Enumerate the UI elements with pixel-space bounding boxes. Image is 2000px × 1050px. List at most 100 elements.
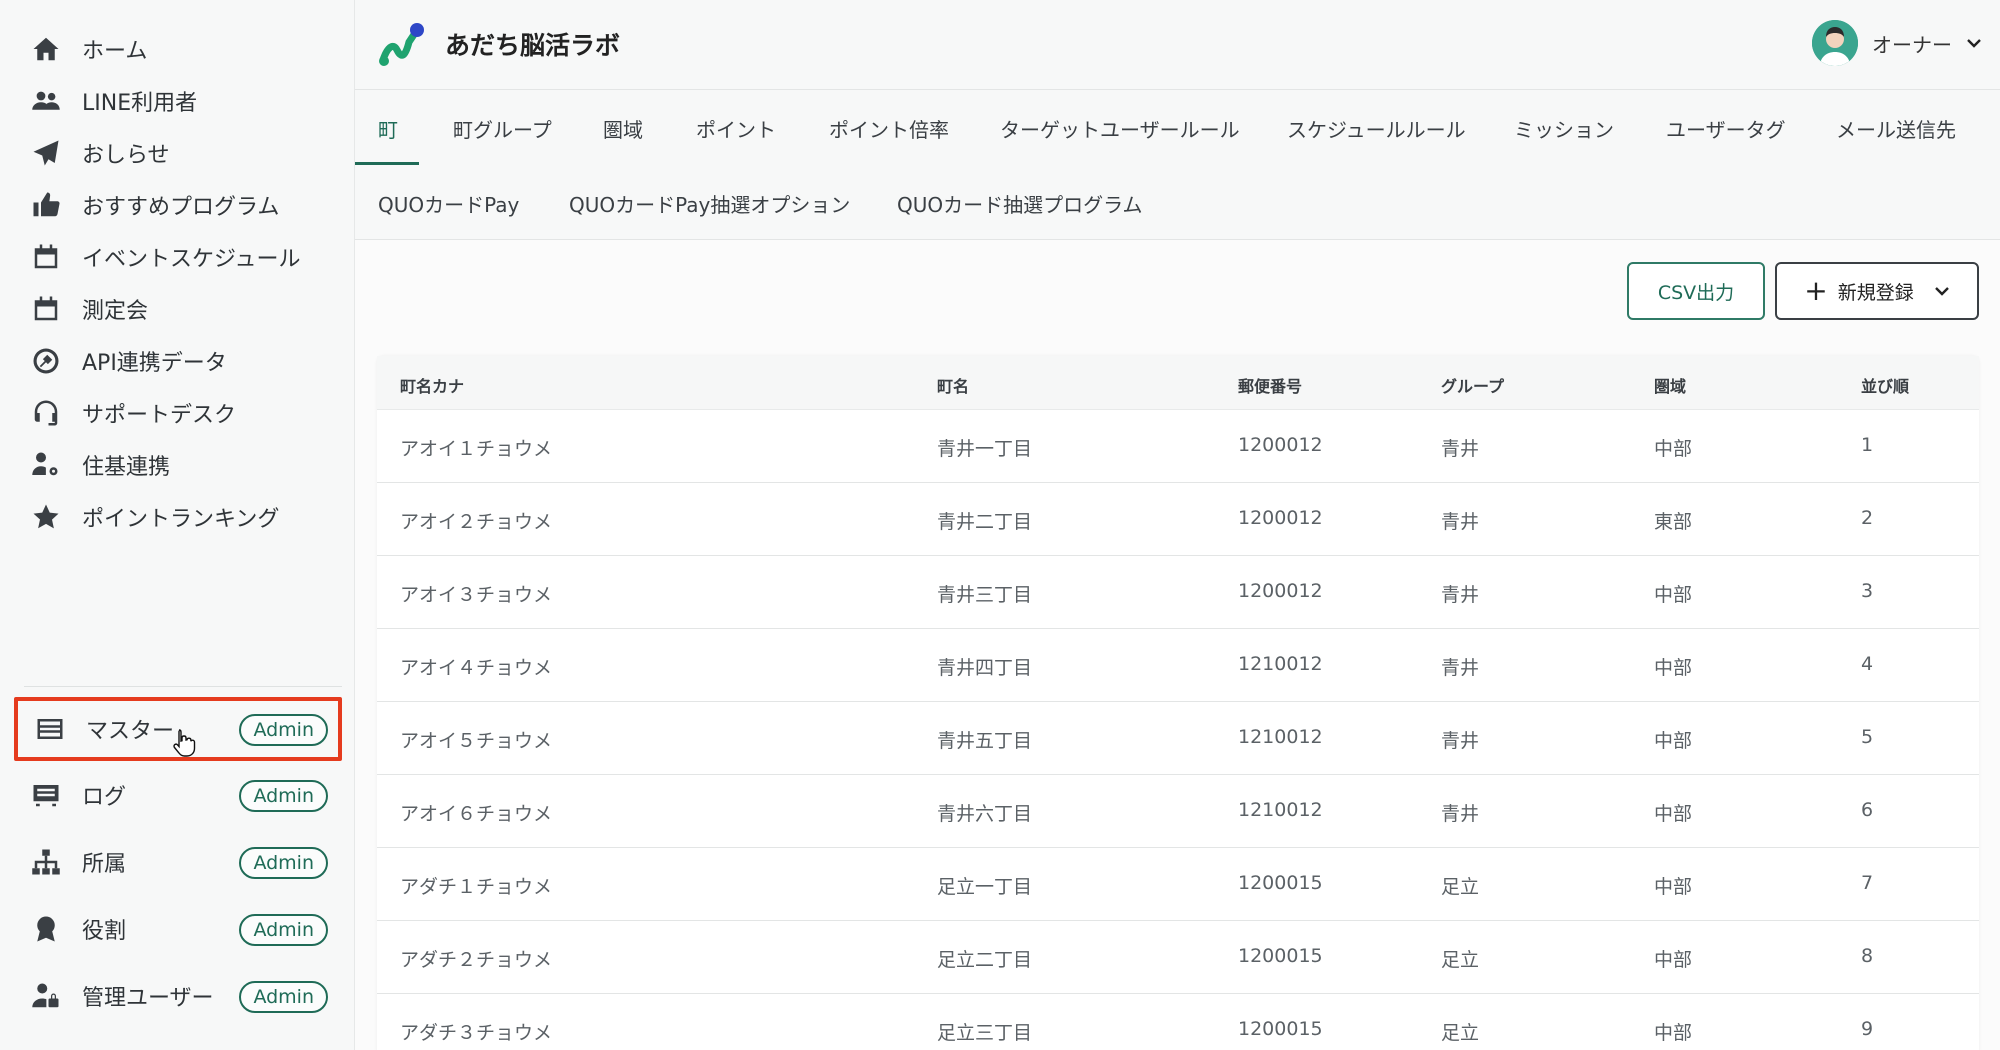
new-register-button[interactable]: + 新規登録 [1775,262,1979,320]
cell-town-name: 足立三丁目 [937,1022,1033,1044]
cell-town-name: 青井六丁目 [937,803,1033,825]
tab-quo-card-pay[interactable]: QUOカードPay [378,189,519,218]
cell-order: 4 [1861,653,1874,675]
cell-postal-code: 1200015 [1238,872,1323,894]
table-row[interactable]: アオイ２チョウメ 青井二丁目 1200012 青井 東部 2 [377,483,1979,556]
admin-user-icon [28,978,64,1014]
sidebar-item-admin-users[interactable]: 管理ユーザー Admin [14,965,342,1027]
cell-postal-code: 1210012 [1238,799,1323,821]
cell-town-name: 青井三丁目 [937,584,1033,606]
cell-town-kana: アオイ４チョウメ [400,657,553,679]
cell-postal-code: 1200012 [1238,434,1323,456]
cell-postal-code: 1200012 [1238,507,1323,529]
table-row[interactable]: アオイ４チョウメ 青井四丁目 1210012 青井 中部 4 [377,629,1979,702]
table-row[interactable]: アオイ１チョウメ 青井一丁目 1200012 青井 中部 1 [377,410,1979,483]
cell-group: 青井 [1441,511,1480,533]
tab-target-user-rule[interactable]: ターゲットユーザールール [1000,114,1240,143]
cell-postal-code: 1200015 [1238,945,1323,967]
cell-town-kana: アダチ３チョウメ [400,1022,553,1044]
tab-town-group[interactable]: 町グループ [453,114,552,143]
sidebar-item-label: イベントスケジュール [82,247,301,272]
cell-town-kana: アオイ２チョウメ [400,511,553,533]
sidebar-item-label: 住基連携 [82,455,171,480]
cell-postal-code: 1200012 [1238,580,1323,602]
calendar-blank-icon [28,291,64,327]
tab-user-tag[interactable]: ユーザータグ [1666,114,1786,143]
main-content: CSV出力 + 新規登録 町名カナ 町名 郵便番号 グループ 圏域 並び順 アオ… [355,240,2000,1050]
headset-icon [28,395,64,431]
cell-order: 2 [1861,507,1874,529]
tab-mail-destination[interactable]: メール送信先 [1836,114,1956,143]
cell-order: 6 [1861,799,1874,821]
cell-postal-code: 1200015 [1238,1018,1323,1040]
cell-order: 7 [1861,872,1874,894]
town-table: 町名カナ 町名 郵便番号 グループ 圏域 並び順 アオイ１チョウメ 青井一丁目 … [377,356,1979,1050]
sidebar-item-label: LINE利用者 [82,91,198,116]
cell-town-name: 足立一丁目 [937,876,1033,898]
column-header-town-kana[interactable]: 町名カナ [400,373,464,397]
sidebar-item-label: ホーム [82,39,148,64]
sidebar-item-label: API連携データ [82,351,227,376]
paper-plane-icon [28,135,64,171]
column-header-town-name[interactable]: 町名 [937,373,969,397]
cell-group: 青井 [1441,730,1480,752]
sidebar-item-logs[interactable]: ログ Admin [14,764,342,826]
tab-point[interactable]: ポイント [696,114,776,143]
column-header-group[interactable]: グループ [1441,373,1504,397]
star-icon [28,499,64,535]
sidebar-item-label: ポイントランキング [82,507,280,532]
table-row[interactable]: アダチ２チョウメ 足立二丁目 1200015 足立 中部 8 [377,921,1979,994]
sidebar-item-label: サポートデスク [82,403,237,428]
tab-quo-card-lottery-program[interactable]: QUOカード抽選プログラム [897,189,1143,218]
user-menu[interactable]: オーナー [1812,20,1982,66]
cell-area: 中部 [1654,584,1693,606]
cell-order: 8 [1861,945,1874,967]
cell-order: 3 [1861,580,1874,602]
role-badge-icon [28,911,64,947]
user-gear-icon [28,447,64,483]
cell-area: 中部 [1654,438,1693,460]
cell-group: 青井 [1441,803,1480,825]
sidebar-item-roles[interactable]: 役割 Admin [14,898,342,960]
table-row[interactable]: アダチ１チョウメ 足立一丁目 1200015 足立 中部 7 [377,848,1979,921]
table-row[interactable]: アダチ３チョウメ 足立三丁目 1200015 足立 中部 9 [377,994,1979,1050]
column-header-area[interactable]: 圏域 [1654,373,1686,397]
table-row[interactable]: アオイ３チョウメ 青井三丁目 1200012 青井 中部 3 [377,556,1979,629]
column-header-postal-code[interactable]: 郵便番号 [1238,373,1302,397]
tab-town[interactable]: 町 [378,90,398,165]
avatar [1812,20,1858,66]
sidebar-item-point-ranking[interactable]: ポイントランキング [14,486,342,548]
log-icon [28,777,64,813]
cell-town-kana: アダチ２チョウメ [400,949,553,971]
app-title: あだち脳活ラボ [445,31,621,60]
cell-town-name: 青井四丁目 [937,657,1033,679]
calendar-icon [28,239,64,275]
column-header-order[interactable]: 並び順 [1861,373,1909,397]
table-row[interactable]: アオイ５チョウメ 青井五丁目 1210012 青井 中部 5 [377,702,1979,775]
cell-area: 東部 [1654,511,1693,533]
cell-town-name: 青井二丁目 [937,511,1033,533]
tab-label: 町 [378,118,398,142]
master-tabs: 町 町グループ 圏域 ポイント ポイント倍率 ターゲットユーザールール スケジュ… [355,90,2000,240]
cell-group: 青井 [1441,584,1480,606]
cell-postal-code: 1210012 [1238,653,1323,675]
tab-point-multiplier[interactable]: ポイント倍率 [829,114,949,143]
cell-group: 青井 [1441,657,1480,679]
cell-group: 足立 [1441,1022,1480,1044]
csv-export-button[interactable]: CSV出力 [1627,262,1765,320]
cell-town-name: 足立二丁目 [937,949,1033,971]
cell-area: 中部 [1654,657,1693,679]
sidebar-item-affiliation[interactable]: 所属 Admin [14,831,342,893]
tab-schedule-rule[interactable]: スケジュールルール [1287,114,1466,143]
admin-badge: Admin [239,981,328,1013]
tab-area[interactable]: 圏域 [603,114,643,143]
tab-quo-card-pay-lottery-option[interactable]: QUOカードPay抽選オプション [569,189,850,218]
table-row[interactable]: アオイ６チョウメ 青井六丁目 1210012 青井 中部 6 [377,775,1979,848]
cell-postal-code: 1210012 [1238,726,1323,748]
cell-order: 9 [1861,1018,1874,1040]
active-tab-underline [355,162,419,165]
admin-badge: Admin [239,714,328,746]
tab-mission[interactable]: ミッション [1514,114,1614,143]
table-header: 町名カナ 町名 郵便番号 グループ 圏域 並び順 [377,356,1979,410]
cell-town-kana: アオイ３チョウメ [400,584,553,606]
